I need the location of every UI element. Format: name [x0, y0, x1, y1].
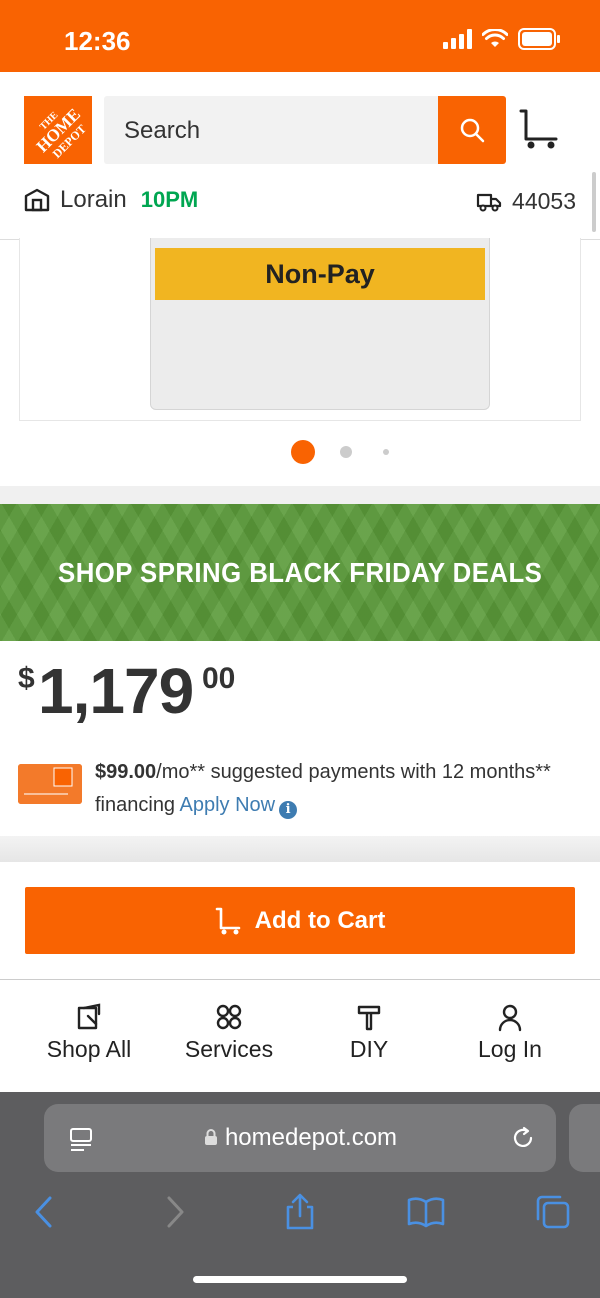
product-image-carousel[interactable]: Non-Pay: [19, 238, 581, 421]
cart-icon[interactable]: [518, 108, 558, 150]
store-name: Lorain: [60, 186, 127, 213]
shop-all-icon: [77, 1003, 101, 1030]
nav-diy[interactable]: DIY: [299, 1002, 439, 1063]
cart-icon: [215, 907, 240, 934]
bottom-navigation: Shop All Services DIY Log In: [0, 980, 600, 1092]
price-currency: $: [18, 662, 35, 695]
status-time: 12:36: [64, 26, 131, 56]
add-to-cart-button[interactable]: Add to Cart: [25, 887, 575, 954]
financing-per: /mo**: [156, 761, 206, 783]
carousel-dot[interactable]: [340, 446, 352, 458]
reload-icon[interactable]: [509, 1124, 537, 1152]
search-input[interactable]: Search: [104, 96, 438, 164]
financing-amount: $99.00: [95, 761, 157, 783]
store-hours: 10PM: [140, 187, 199, 212]
share-icon[interactable]: [280, 1192, 320, 1232]
apply-now-link[interactable]: Apply Now: [180, 794, 276, 816]
search-icon: [460, 118, 485, 143]
nav-label-diy: DIY: [349, 1036, 389, 1062]
url-domain: homedepot.com: [224, 1124, 398, 1151]
price-whole: 1,179: [38, 655, 194, 727]
promo-banner[interactable]: SHOP SPRING BLACK FRIDAY DEALS: [0, 504, 600, 641]
nav-label-log-in: Log In: [478, 1036, 542, 1062]
battery-icon: [518, 28, 560, 50]
status-icons: [443, 28, 560, 50]
bookmarks-icon[interactable]: [406, 1192, 446, 1232]
search-placeholder: Search: [124, 117, 201, 144]
status-bar: 12:36: [0, 0, 600, 72]
lock-icon: [204, 1129, 217, 1145]
next-tab-preview[interactable]: [569, 1104, 600, 1172]
back-icon[interactable]: [24, 1192, 64, 1232]
section-separator: [0, 836, 600, 862]
services-icon: [216, 1004, 242, 1030]
product-card-label: Non-Pay: [155, 248, 485, 300]
store-icon: [24, 188, 50, 212]
nav-label-shop-all: Shop All: [46, 1036, 132, 1062]
cellular-signal-icon: [443, 29, 472, 49]
price-cents: 00: [202, 662, 236, 695]
section-separator: [0, 486, 600, 504]
promo-text: SHOP SPRING BLACK FRIDAY DEALS: [57, 556, 543, 588]
nav-shop-all[interactable]: Shop All: [19, 1002, 159, 1063]
user-icon: [498, 1004, 522, 1032]
carousel-indicators[interactable]: [0, 440, 600, 464]
home-indicator[interactable]: [193, 1276, 407, 1283]
store-selector[interactable]: Lorain 10PM: [24, 186, 198, 214]
url-text: homedepot.com: [44, 1124, 556, 1152]
carousel-dot[interactable]: [383, 449, 389, 455]
browser-toolbar: homedepot.com: [0, 1092, 600, 1298]
add-to-cart-label: Add to Cart: [254, 906, 386, 934]
search-button[interactable]: [438, 96, 506, 164]
nav-log-in[interactable]: Log In: [440, 1002, 580, 1063]
site-header: THE HOME DEPOT Search Lorain 10PM 44053: [0, 72, 600, 240]
carousel-dot-active[interactable]: [291, 440, 315, 464]
address-bar[interactable]: homedepot.com: [44, 1104, 556, 1172]
nav-services[interactable]: Services: [159, 1002, 299, 1063]
home-depot-credit-card-icon: [18, 764, 82, 804]
product-image: Non-Pay: [150, 238, 490, 410]
home-depot-logo[interactable]: THE HOME DEPOT: [24, 96, 92, 164]
tabs-icon[interactable]: [533, 1192, 573, 1232]
forward-icon[interactable]: [155, 1192, 195, 1232]
wifi-icon: [482, 29, 508, 47]
delivery-zip: 44053: [512, 188, 576, 214]
truck-icon: [476, 193, 502, 211]
scrollbar[interactable]: [592, 172, 596, 232]
nav-label-services: Services: [184, 1036, 274, 1062]
financing-text: $99.00/mo** suggested payments with 12 m…: [95, 756, 565, 822]
info-icon[interactable]: i: [279, 800, 298, 819]
diy-icon: [357, 1005, 381, 1031]
delivery-zip-selector[interactable]: 44053: [476, 188, 576, 215]
